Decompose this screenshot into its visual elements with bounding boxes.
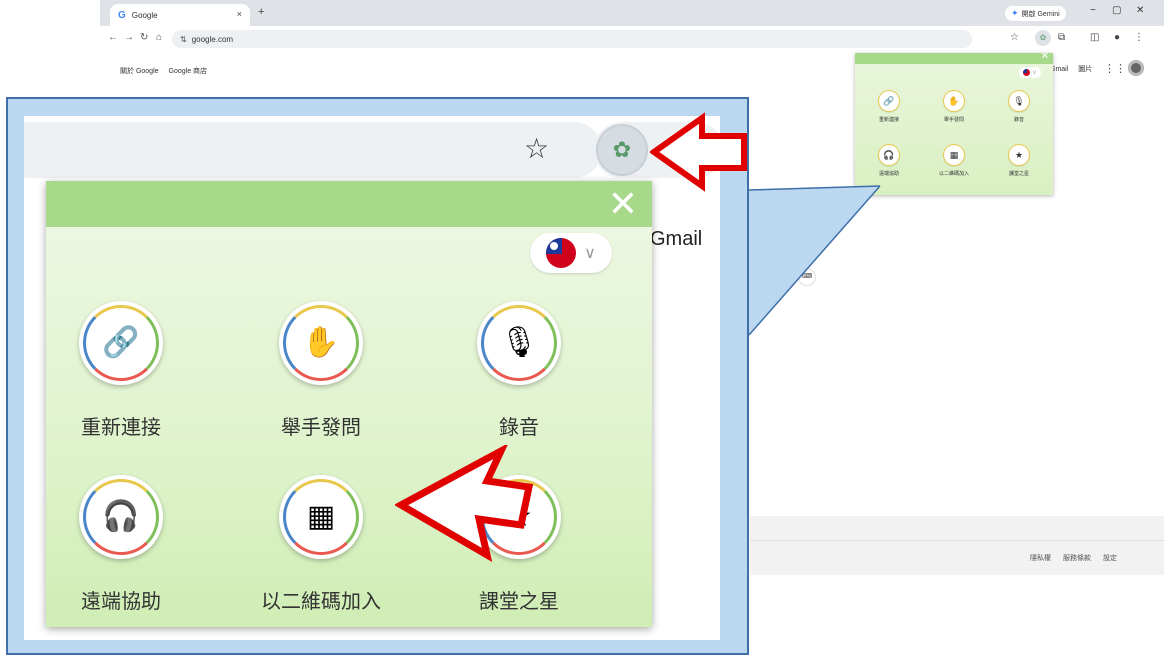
mini-record-button[interactable]: 🎙 錄音 [995, 91, 1043, 123]
mini-remote-assist-label: 遠端協助 [878, 171, 899, 177]
images-link[interactable]: 圖片 [1078, 64, 1092, 74]
settings-link[interactable]: 設定 [1103, 553, 1117, 563]
terms-link[interactable]: 服務條款 [1063, 553, 1091, 563]
qr-scan-icon: ▦ [306, 500, 336, 533]
tab-strip: G Google × + ✦ 開啟 Gemini − ▢ ✕ [100, 0, 1164, 26]
raise-hand-icon: ✋ [944, 91, 964, 111]
class-star-label: 課堂之星 [479, 591, 559, 613]
extension-popup-large: ✕ ∨ 🔗 重新連接 ✋ 舉手發問 🎙 錄音 🎧 遠端協助 ▦ 以二維碼加入 ★… [46, 181, 652, 627]
zoom-bookmark-star-icon[interactable]: ☆ [524, 132, 549, 165]
record-label: 錄音 [499, 417, 539, 439]
zoom-gmail-link[interactable]: Gmail [650, 228, 702, 251]
side-panel-icon[interactable]: ◫ [1090, 32, 1099, 43]
record-button[interactable]: 🎙 錄音 [444, 301, 594, 440]
zoom-address-bar [24, 122, 602, 178]
close-window-button[interactable]: ✕ [1136, 5, 1144, 16]
reconnect-icon: 🔗 [879, 91, 899, 111]
extension-popup-small: ✕ ∨ 🔗 重新連接 ✋ 舉手發問 🎙 錄音 🎧 遠端協助 ▦ 以二維碼加入 ★… [855, 51, 1053, 195]
microphone-icon: 🎙 [499, 326, 539, 359]
mini-raise-hand-label: 舉手發問 [943, 117, 964, 123]
mini-class-star-label: 課堂之星 [1008, 171, 1029, 177]
mini-qr-join-button[interactable]: ▦ 以二維碼加入 [930, 145, 978, 177]
site-info-icon[interactable]: ⇅ [180, 35, 187, 44]
footer-links: 隱私權 服務條款 設定 [1030, 553, 1117, 563]
chevron-down-icon: ∨ [584, 245, 596, 262]
account-avatar[interactable] [1128, 60, 1144, 76]
forward-icon[interactable]: → [124, 32, 134, 43]
profile-icon[interactable]: ● [1114, 32, 1120, 43]
reload-icon[interactable]: ↻ [140, 32, 148, 43]
language-selector[interactable]: ∨ [530, 233, 612, 273]
headset-icon: 🎧 [102, 500, 140, 533]
reconnect-label: 重新連接 [81, 417, 161, 439]
mini-class-star-button[interactable]: ★ 課堂之星 [995, 145, 1043, 177]
chevron-down-icon: ∨ [1032, 70, 1037, 76]
keyboard-icon[interactable]: ⌨ [798, 268, 816, 286]
google-favicon-icon: G [118, 9, 126, 21]
privacy-link[interactable]: 隱私權 [1030, 553, 1051, 563]
tab-google[interactable]: G Google × [110, 4, 250, 26]
raise-hand-icon: ✋ [302, 326, 340, 359]
tab-close-button[interactable]: × [237, 9, 242, 19]
remote-assist-button[interactable]: 🎧 遠端協助 [46, 475, 196, 614]
mini-reconnect-button[interactable]: 🔗 重新連接 [865, 91, 913, 123]
language-selector[interactable]: ∨ [1019, 67, 1041, 78]
back-icon[interactable]: ← [108, 32, 118, 43]
gemini-button[interactable]: ✦ 開啟 Gemini [1005, 6, 1066, 21]
menu-icon[interactable]: ⋮ [1134, 32, 1144, 43]
raise-hand-label: 舉手發問 [281, 417, 361, 439]
qr-join-label: 以二維碼加入 [261, 591, 381, 613]
remote-assist-label: 遠端協助 [81, 591, 161, 613]
reconnect-icon: 🔗 [102, 326, 140, 359]
popup-close-button[interactable]: ✕ [608, 183, 638, 225]
headset-icon: 🎧 [879, 145, 899, 165]
taiwan-flag-icon [546, 238, 577, 268]
home-icon[interactable]: ⌂ [156, 32, 162, 43]
google-top-right-nav: Gmail 圖片 [1050, 64, 1092, 74]
new-tab-button[interactable]: + [258, 6, 264, 18]
google-top-left-nav: 關於 Google Google 商店 [120, 66, 207, 76]
gemini-label: 開啟 Gemini [1021, 10, 1060, 18]
mini-qr-join-label: 以二維碼加入 [938, 171, 969, 177]
qr-join-button[interactable]: ▦ 以二維碼加入 [246, 475, 396, 614]
browser-toolbar: ← → ↻ ⌂ ⇅ google.com ☆ ✿ ⧉ ◫ ● ⋮ [100, 26, 1164, 52]
tab-title: Google [131, 10, 158, 20]
reconnect-button[interactable]: 🔗 重新連接 [46, 301, 196, 440]
class-star-icon: ★ [1009, 145, 1029, 165]
raise-hand-button[interactable]: ✋ 舉手發問 [246, 301, 396, 440]
google-store-link[interactable]: Google 商店 [169, 66, 208, 76]
mini-remote-assist-button[interactable]: 🎧 遠端協助 [865, 145, 913, 177]
mini-record-label: 錄音 [1013, 117, 1024, 123]
popup-header [46, 181, 652, 227]
qr-scan-icon: ▦ [944, 145, 964, 165]
zoom-extension-icon[interactable]: ✿ [596, 124, 648, 176]
class-star-icon: ★ [505, 500, 533, 533]
about-google-link[interactable]: 關於 Google [120, 66, 159, 76]
extension-button[interactable]: ✿ [1035, 30, 1051, 46]
footer-country-band [750, 516, 1164, 540]
mini-reconnect-label: 重新連接 [878, 117, 899, 123]
popup-header [855, 53, 1053, 64]
bookmark-star-icon[interactable]: ☆ [1010, 32, 1019, 43]
popup-close-button[interactable]: ✕ [1041, 51, 1049, 62]
gemini-sparkle-icon: ✦ [1011, 8, 1019, 18]
address-bar[interactable]: ⇅ google.com [172, 30, 972, 48]
microphone-icon: 🎙 [1009, 91, 1029, 111]
zoom-callout: ☆ ✿ Gmail ✕ ∨ 🔗 重新連接 ✋ 舉手發問 🎙 錄音 🎧 遠端協助 … [24, 116, 720, 640]
extensions-puzzle-icon[interactable]: ⧉ [1058, 32, 1065, 43]
class-star-button[interactable]: ★ 課堂之星 [444, 475, 594, 614]
minimize-button[interactable]: − [1090, 5, 1096, 16]
restore-button[interactable]: ▢ [1112, 5, 1121, 16]
mini-raise-hand-button[interactable]: ✋ 舉手發問 [930, 91, 978, 123]
taiwan-flag-icon [1023, 69, 1031, 76]
url-text: google.com [191, 34, 234, 44]
